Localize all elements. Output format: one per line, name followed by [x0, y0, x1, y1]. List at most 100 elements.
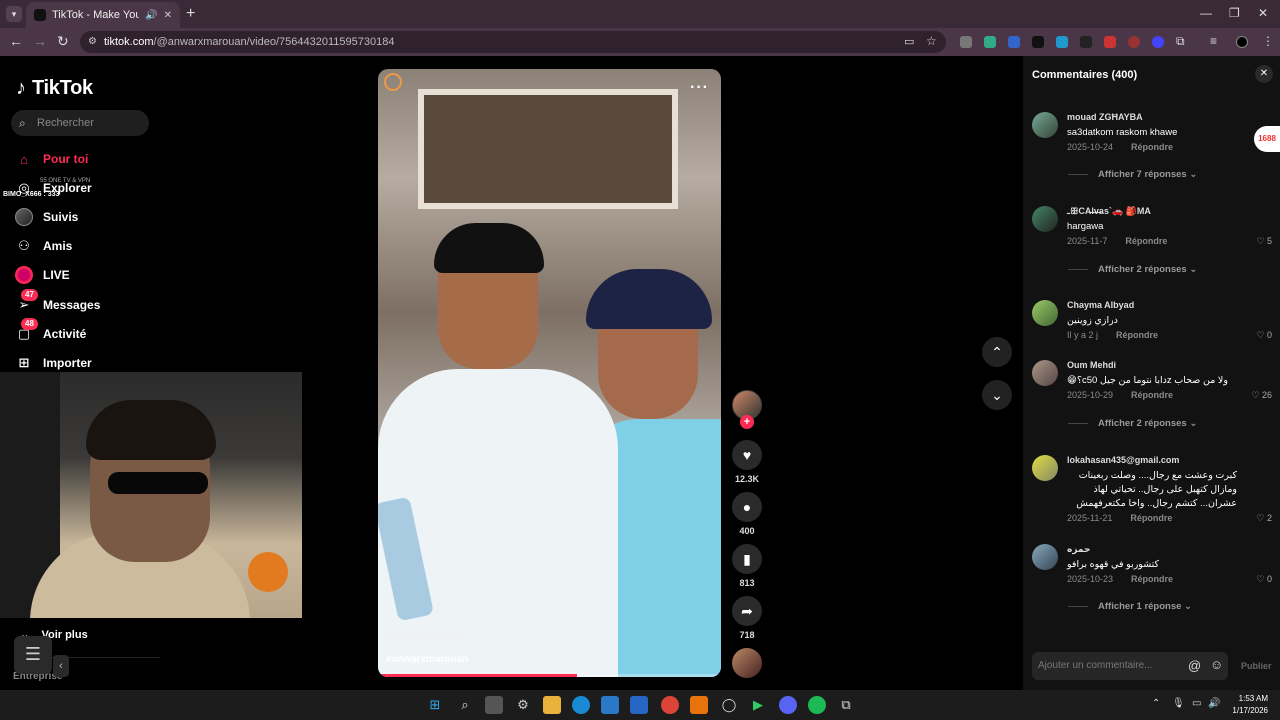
- show-replies-button[interactable]: Afficher 7 réponses ⌄: [1068, 169, 1197, 180]
- show-replies-button[interactable]: Afficher 2 réponses ⌄: [1068, 264, 1197, 275]
- comment-like-button[interactable]: ♡ 2: [1256, 513, 1272, 524]
- show-replies-button[interactable]: Afficher 1 réponse ⌄: [1068, 601, 1192, 612]
- avatar[interactable]: [1032, 544, 1058, 570]
- bookmark-star-icon[interactable]: ☆: [926, 34, 937, 48]
- reply-button[interactable]: Répondre: [1130, 513, 1172, 523]
- reload-icon[interactable]: ↻: [57, 33, 69, 50]
- hamburger-menu-icon[interactable]: ☰: [14, 636, 52, 674]
- comment-user[interactable]: حمزه: [1067, 544, 1090, 555]
- comment-button[interactable]: ● 400: [732, 492, 762, 536]
- discord-icon[interactable]: [779, 696, 797, 714]
- video-more-icon[interactable]: ···: [690, 79, 709, 97]
- spotify-icon[interactable]: [808, 696, 826, 714]
- chrome-icon[interactable]: [661, 696, 679, 714]
- reply-button[interactable]: Répondre: [1116, 330, 1158, 340]
- extension-icon[interactable]: [984, 36, 996, 48]
- extensions-puzzle-icon[interactable]: ⧉: [1176, 34, 1185, 49]
- app-window-icon[interactable]: ⧉: [837, 696, 855, 714]
- comment-user[interactable]: ـꕥCA̶l̶v̶as`🚗 🎒MA: [1067, 206, 1151, 217]
- reply-button[interactable]: Répondre: [1131, 390, 1173, 400]
- store-icon[interactable]: [601, 696, 619, 714]
- comment-user[interactable]: Chayma Albyad: [1067, 300, 1134, 310]
- play-icon[interactable]: ▶: [749, 696, 767, 714]
- avatar[interactable]: [1032, 360, 1058, 386]
- follow-plus-icon[interactable]: +: [740, 415, 754, 429]
- extension-icon[interactable]: [1152, 36, 1164, 48]
- tab-close-icon[interactable]: ✕: [164, 10, 172, 21]
- show-replies-button[interactable]: Afficher 2 réponses ⌄: [1068, 418, 1197, 429]
- reply-button[interactable]: Répondre: [1131, 574, 1173, 584]
- save-button[interactable]: ▮ 813: [732, 544, 762, 588]
- video-hashtag[interactable]: #anwarxmarouan: [386, 654, 468, 665]
- forward-icon[interactable]: →: [33, 33, 47, 49]
- file-explorer-icon[interactable]: [543, 696, 561, 714]
- previous-video-button[interactable]: ⌃: [982, 337, 1012, 367]
- tab-list-button[interactable]: ▾: [6, 6, 22, 22]
- video-author[interactable]: anwarxmarouan: [386, 631, 470, 643]
- back-icon[interactable]: ←: [9, 33, 23, 49]
- comment-user[interactable]: Oum Mehdi: [1067, 360, 1116, 370]
- sidebar-item-amis[interactable]: ⚇ Amis: [15, 235, 165, 257]
- sidebar-item-importer[interactable]: ⊞ Importer: [15, 352, 165, 374]
- video-player[interactable]: ··· anwarxmarouan #anwarxmarouan: [378, 69, 721, 677]
- extension-icon[interactable]: [1032, 36, 1044, 48]
- new-tab-button[interactable]: +: [186, 5, 195, 23]
- avatar[interactable]: [1032, 206, 1058, 232]
- collapse-sidebar-icon[interactable]: ‹: [53, 655, 69, 677]
- comment-like-button[interactable]: ♡ 26: [1251, 390, 1272, 401]
- window-close-icon[interactable]: ✕: [1258, 6, 1268, 20]
- minimize-icon[interactable]: —: [1200, 6, 1212, 20]
- tray-chevron-icon[interactable]: ⌃: [1152, 698, 1160, 709]
- outlook-icon[interactable]: [630, 696, 648, 714]
- tab-audio-icon[interactable]: 🔊: [145, 10, 157, 21]
- next-video-button[interactable]: ⌄: [982, 380, 1012, 410]
- volume-icon[interactable]: 🔊: [1208, 698, 1220, 709]
- avatar[interactable]: [1032, 112, 1058, 138]
- reply-button[interactable]: Répondre: [1125, 236, 1167, 246]
- sidebar-item-suivis[interactable]: Suivis: [15, 206, 165, 228]
- restore-icon[interactable]: ❐: [1229, 6, 1240, 20]
- settings-gear-icon[interactable]: ⚙: [514, 696, 532, 714]
- github-icon[interactable]: ◯: [720, 696, 738, 714]
- task-view-icon[interactable]: [485, 696, 503, 714]
- comment-like-button[interactable]: ♡ 0: [1256, 330, 1272, 341]
- edge-icon[interactable]: [572, 696, 590, 714]
- comment-user[interactable]: lokahasan435@gmail.com: [1067, 455, 1179, 465]
- sidebar-item-live[interactable]: LIVE: [15, 264, 165, 286]
- emoji-icon[interactable]: ☺: [1210, 657, 1223, 672]
- cast-icon[interactable]: ▭: [904, 35, 914, 48]
- ad-badge-icon[interactable]: 1688: [1254, 126, 1280, 152]
- windows-start-icon[interactable]: ⊞: [426, 696, 444, 714]
- sound-avatar[interactable]: [732, 648, 762, 678]
- extension-icon[interactable]: [1128, 36, 1140, 48]
- post-button[interactable]: Publier: [1241, 661, 1272, 671]
- avatar[interactable]: [1032, 455, 1058, 481]
- search-icon[interactable]: ⌕: [456, 696, 474, 714]
- like-button[interactable]: ♥ 12.3K: [732, 440, 762, 484]
- system-clock[interactable]: 1:53 AM 1/17/2026: [1232, 693, 1268, 717]
- avatar[interactable]: [1032, 300, 1058, 326]
- sidebar-item-activite[interactable]: ▢ 48 Activité: [15, 318, 165, 345]
- close-icon[interactable]: ✕: [1255, 65, 1273, 83]
- extension-icon[interactable]: [1080, 36, 1092, 48]
- app-icon[interactable]: [690, 696, 708, 714]
- extension-icon[interactable]: [1056, 36, 1068, 48]
- extension-icon[interactable]: [1008, 36, 1020, 48]
- browser-tab[interactable]: TikTok - Make Your Day 🔊 ✕: [26, 2, 180, 28]
- share-button[interactable]: ➦ 718: [732, 596, 762, 640]
- comment-like-button[interactable]: ♡ 5: [1256, 236, 1272, 247]
- mention-icon[interactable]: @: [1188, 658, 1201, 673]
- sidebar-item-pour-toi[interactable]: ⌂ Pour toi: [15, 148, 165, 170]
- profile-avatar[interactable]: [1236, 36, 1248, 48]
- extension-icon[interactable]: [960, 36, 972, 48]
- extension-icon[interactable]: [1104, 36, 1116, 48]
- sidebar-item-messages[interactable]: ➢ 47 Messages: [15, 289, 165, 316]
- microphone-icon[interactable]: 🎙: [1172, 698, 1185, 709]
- reading-list-icon[interactable]: ≡: [1210, 34, 1217, 48]
- site-info-icon[interactable]: ⚙: [88, 31, 97, 53]
- reply-button[interactable]: Répondre: [1131, 142, 1173, 152]
- comment-user[interactable]: mouad ZGĦAYBA: [1067, 112, 1143, 122]
- video-progress-bar[interactable]: [378, 674, 721, 677]
- comment-like-button[interactable]: ♡ 0: [1256, 574, 1272, 585]
- network-icon[interactable]: ▭: [1192, 698, 1201, 709]
